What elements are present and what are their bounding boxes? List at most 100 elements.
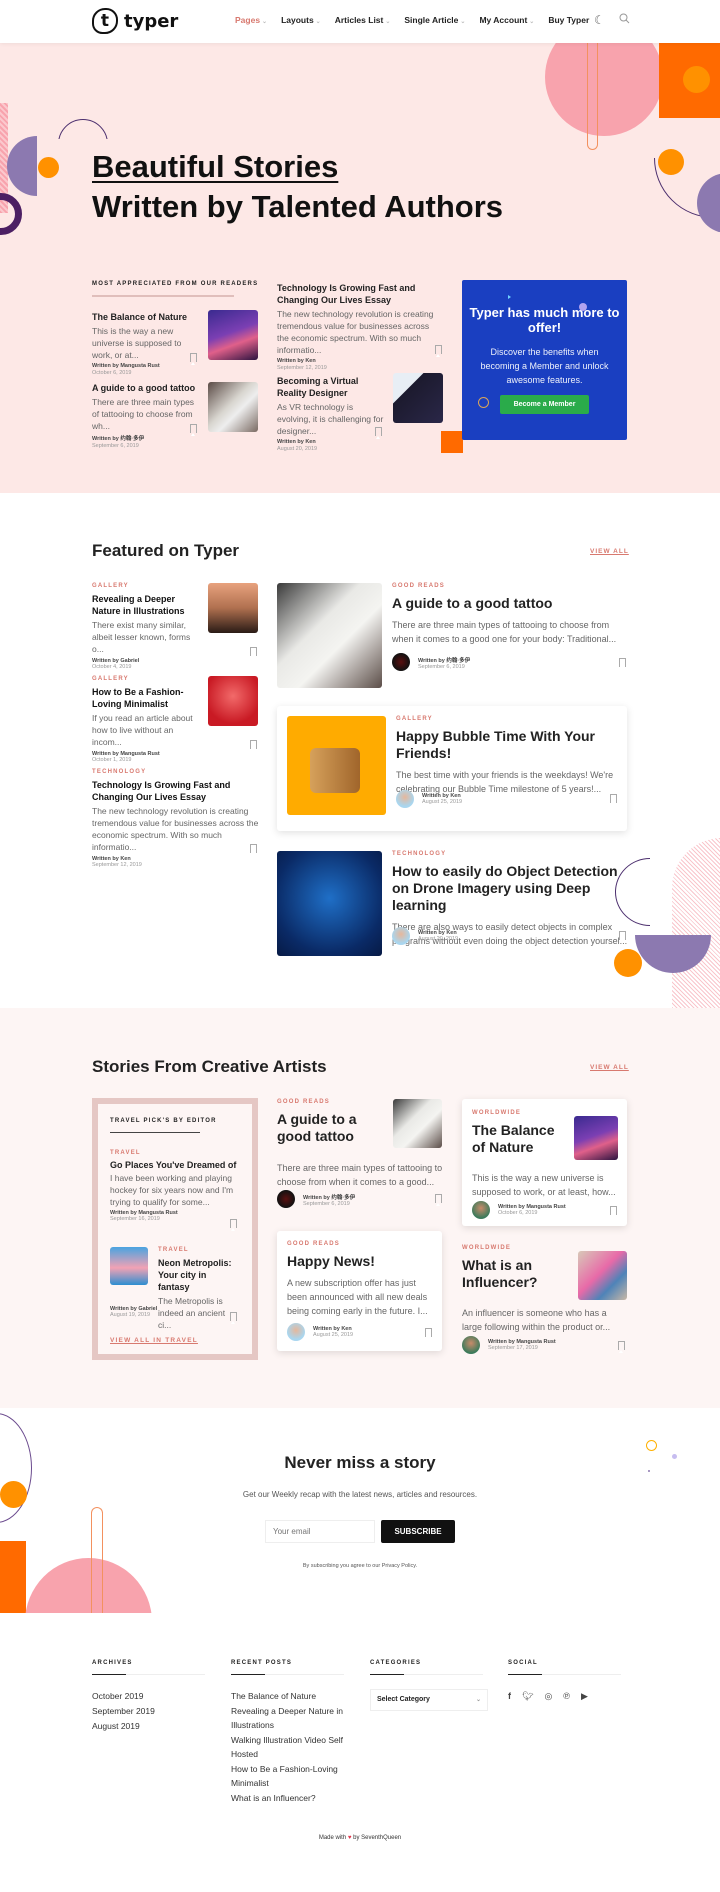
bookmark-icon[interactable] [618,1341,625,1353]
facebook-icon[interactable]: f [508,1691,511,1702]
post-title[interactable]: A guide to a good tattoo [277,1111,392,1145]
post-thumbnail[interactable] [208,382,258,432]
post-author[interactable]: Written by Mangusta Rust [92,363,202,369]
post-title[interactable]: Neon Metropolis: Your city in fantasy [158,1257,238,1293]
post-thumbnail[interactable] [208,676,258,726]
post-title[interactable]: Technology Is Growing Fast and Changing … [277,282,442,306]
post-thumbnail[interactable] [393,1099,442,1148]
archive-link[interactable]: October 2019 [92,1689,205,1703]
bookmark-icon[interactable] [230,1219,237,1231]
post-author[interactable]: Written by 约翰·多伊 [418,656,470,664]
nav-articles-list[interactable]: Articles List ⌄ [335,15,391,25]
nav-layouts[interactable]: Layouts ⌄ [281,15,321,25]
author-avatar[interactable] [396,790,414,808]
post-thumbnail[interactable] [393,373,443,423]
bookmark-icon[interactable] [610,794,617,806]
post-title[interactable]: A guide to a good tattoo [92,382,202,394]
post-category[interactable]: TECHNOLOGY [392,851,632,857]
post-category[interactable]: GALLERY [396,716,618,722]
youtube-icon[interactable]: ▶ [581,1691,588,1702]
post-title[interactable]: How to Be a Fashion-Loving Minimalist [92,686,202,710]
post-category[interactable]: GOOD READS [392,583,622,589]
nav-my-account[interactable]: My Account ⌄ [479,15,534,25]
author-avatar[interactable] [277,1190,295,1208]
post-title[interactable]: What is an Influencer? [462,1257,572,1291]
post-title[interactable]: Go Places You've Dreamed of [110,1160,245,1170]
pinterest-icon[interactable]: ℗ [563,1691,570,1702]
view-all-travel-link[interactable]: VIEW ALL IN TRAVEL [110,1337,198,1344]
post-category[interactable]: WORLDWIDE [472,1110,567,1116]
bookmark-icon[interactable] [425,1328,432,1340]
post-category[interactable]: WORLDWIDE [462,1245,572,1251]
post-author[interactable]: Written by 约翰·多伊 [303,1193,355,1201]
view-all-link[interactable]: VIEW ALL [590,548,629,555]
post-category[interactable]: TECHNOLOGY [92,769,262,775]
become-member-button[interactable]: Become a Member [499,395,590,414]
subscribe-button[interactable]: SUBSCRIBE [381,1520,455,1543]
post-title[interactable]: The Balance of Nature [92,311,202,323]
author-avatar[interactable] [392,653,410,671]
privacy-policy-note[interactable]: By subscribing you agree to our Privacy … [0,1563,720,1569]
post-title[interactable]: Happy Bubble Time With Your Friends! [396,728,618,762]
bookmark-icon[interactable] [190,353,197,365]
post-title[interactable]: The Balance of Nature [472,1122,567,1156]
recent-post-link[interactable]: What is an Influencer? [231,1791,344,1805]
author-avatar[interactable] [472,1201,490,1219]
post-author[interactable]: Written by Ken [277,358,442,364]
view-all-link[interactable]: VIEW ALL [590,1064,629,1071]
author-avatar[interactable] [462,1336,480,1354]
post-title[interactable]: Revealing a Deeper Nature in Illustratio… [92,593,202,617]
post-category[interactable]: GOOD READS [287,1241,435,1247]
pill-outline-decoration [91,1507,103,1613]
bookmark-icon[interactable] [435,1194,442,1206]
recent-post-link[interactable]: Revealing a Deeper Nature in Illustratio… [231,1704,344,1732]
archive-link[interactable]: August 2019 [92,1719,205,1733]
post-thumbnail[interactable] [277,583,382,688]
bookmark-icon[interactable] [250,647,257,659]
post-title[interactable]: How to easily do Object Detection on Dro… [392,863,632,914]
post-category[interactable]: TRAVEL [158,1247,238,1253]
nav-pages[interactable]: Pages ⌄ [235,15,267,25]
bookmark-icon[interactable] [610,1206,617,1218]
bookmark-icon[interactable] [230,1312,237,1324]
search-icon[interactable] [619,13,630,27]
category-select[interactable]: Select Category ⌄ [370,1689,488,1711]
bookmark-icon[interactable] [250,844,257,856]
post-category[interactable]: GOOD READS [277,1099,392,1105]
post-thumbnail[interactable] [578,1251,627,1300]
post-author[interactable]: Written by Ken [277,439,387,445]
credit-suffix[interactable]: by SeventhQueen [353,1835,401,1841]
post-category[interactable]: GALLERY [92,676,202,682]
post-thumbnail[interactable] [208,310,258,360]
post-thumbnail[interactable] [110,1247,148,1285]
recent-post-link[interactable]: The Balance of Nature [231,1689,344,1703]
post-category[interactable]: GALLERY [92,583,202,589]
post-thumbnail[interactable] [208,583,258,633]
post-category[interactable]: TRAVEL [110,1150,245,1156]
nav-buy-typer[interactable]: Buy Typer [548,15,589,25]
instagram-icon[interactable]: ◎ [544,1691,552,1702]
post-title[interactable]: Technology Is Growing Fast and Changing … [92,779,262,803]
bookmark-icon[interactable] [375,427,382,439]
author-avatar[interactable] [287,1323,305,1341]
recent-post-link[interactable]: Walking Illustration Video Self Hosted [231,1733,344,1761]
bookmark-icon[interactable] [619,658,626,670]
post-thumbnail[interactable] [277,851,382,956]
bookmark-icon[interactable] [190,424,197,436]
dark-mode-icon[interactable]: ☾ [594,13,605,27]
post-thumbnail[interactable] [574,1116,618,1160]
bookmark-icon[interactable] [435,345,442,357]
post-title[interactable]: Happy News! [287,1253,435,1270]
twitter-icon[interactable]: 🐦︎ [522,1691,533,1702]
post-title[interactable]: A guide to a good tattoo [392,595,622,612]
email-input[interactable] [265,1520,375,1543]
logo[interactable]: t typer [92,8,178,34]
post-title[interactable]: Becoming a Virtual Reality Designer [277,375,387,399]
nav-single-article[interactable]: Single Article ⌄ [404,15,465,25]
bookmark-icon[interactable] [250,740,257,752]
recent-post-link[interactable]: How to Be a Fashion-Loving Minimalist [231,1762,344,1790]
post-author[interactable]: Written by 约翰·多伊 [92,434,202,442]
bookmark-icon[interactable] [619,931,626,943]
archive-link[interactable]: September 2019 [92,1704,205,1718]
author-avatar[interactable] [392,927,410,945]
